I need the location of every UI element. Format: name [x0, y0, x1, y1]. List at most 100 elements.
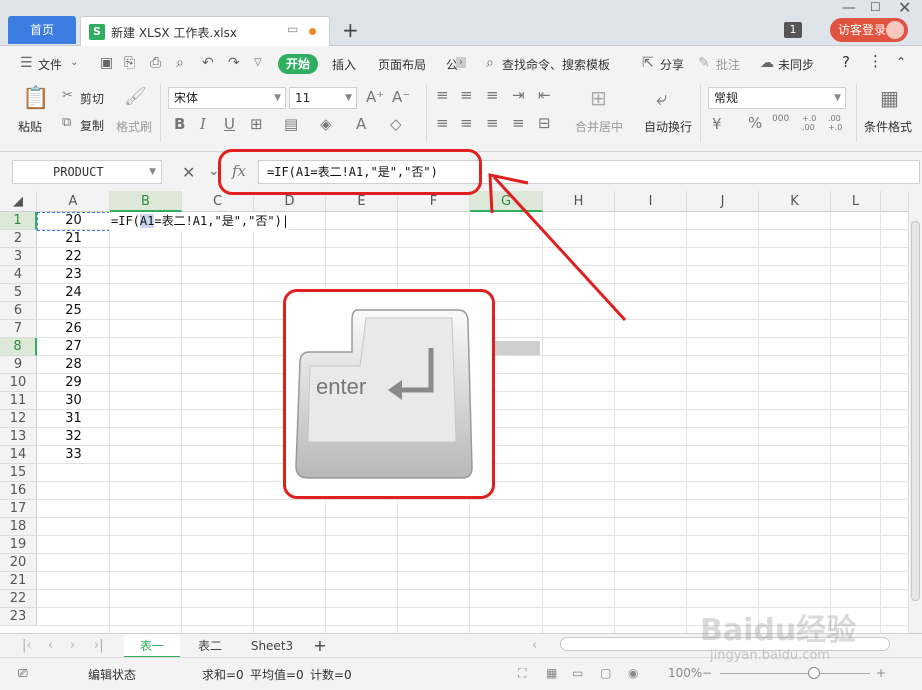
- column-header-k[interactable]: K: [759, 191, 831, 212]
- align-middle-icon[interactable]: ≡: [460, 86, 473, 104]
- search-icon[interactable]: ⌕: [486, 55, 494, 71]
- format-painter-button[interactable]: 格式刷: [116, 118, 152, 135]
- indent-icon[interactable]: ⇥: [512, 86, 525, 104]
- copy-icon[interactable]: ⧉: [62, 115, 71, 130]
- percent-button[interactable]: %: [748, 114, 762, 132]
- redo-icon[interactable]: ↷: [228, 55, 240, 71]
- select-all-corner[interactable]: ◢: [0, 191, 37, 212]
- row-header-1[interactable]: 1: [0, 212, 37, 230]
- thousands-button[interactable]: 000: [772, 114, 789, 124]
- cell-a2[interactable]: 21: [37, 230, 110, 248]
- close-icon[interactable]: ✕: [898, 0, 911, 17]
- login-button[interactable]: 访客登录: [830, 18, 908, 42]
- row-header-20[interactable]: 20: [0, 554, 37, 572]
- menu-insert[interactable]: 插入: [332, 56, 356, 73]
- cell-a14[interactable]: 33: [37, 446, 110, 464]
- fill-color-icon[interactable]: ◈: [320, 115, 332, 133]
- decrease-decimal-button[interactable]: .00 +.0: [828, 114, 842, 132]
- maximize-icon[interactable]: ☐: [870, 0, 881, 14]
- row-header-11[interactable]: 11: [0, 392, 37, 410]
- vertical-scrollbar[interactable]: [908, 191, 922, 633]
- align-right-icon[interactable]: ≡: [486, 114, 499, 132]
- paste-button[interactable]: 粘贴: [18, 118, 42, 135]
- increase-decimal-button[interactable]: +.0 .00: [802, 114, 816, 132]
- next-sheet-icon[interactable]: ›: [70, 638, 75, 653]
- comment-button[interactable]: 批注: [716, 56, 740, 73]
- outdent-icon[interactable]: ⇤: [538, 86, 551, 104]
- help-icon[interactable]: ?: [842, 53, 850, 71]
- export-icon[interactable]: ⎘: [124, 55, 135, 71]
- quick-access-dropdown-icon[interactable]: ▽: [254, 57, 262, 68]
- wrap-text-icon[interactable]: ⤶: [656, 86, 667, 110]
- zoom-in-icon[interactable]: +: [876, 666, 886, 680]
- scroll-left-icon[interactable]: ‹: [532, 638, 537, 653]
- menu-file[interactable]: 文件: [38, 56, 62, 73]
- copy-button[interactable]: 复制: [80, 117, 104, 134]
- active-cell-editor[interactable]: =IF(A1=表二!A1,"是","否")|: [109, 212, 290, 231]
- row-header-16[interactable]: 16: [0, 482, 37, 500]
- row-header-10[interactable]: 10: [0, 374, 37, 392]
- number-format-select[interactable]: 常规 ▼: [708, 87, 846, 109]
- align-left-icon[interactable]: ≡: [436, 114, 449, 132]
- undo-icon[interactable]: ↶: [202, 55, 214, 71]
- sheet-tab-3[interactable]: Sheet3: [240, 634, 304, 658]
- row-header-13[interactable]: 13: [0, 428, 37, 446]
- ribbon-scroll-icon[interactable]: ›: [456, 57, 466, 68]
- zoom-slider-thumb[interactable]: [808, 667, 820, 679]
- row-header-12[interactable]: 12: [0, 410, 37, 428]
- cell-a13[interactable]: 32: [37, 428, 110, 446]
- cell-a6[interactable]: 25: [37, 302, 110, 320]
- row-header-4[interactable]: 4: [0, 266, 37, 284]
- increase-font-icon[interactable]: A⁺: [366, 88, 384, 106]
- print-icon[interactable]: ⎙: [150, 55, 161, 71]
- clear-icon[interactable]: ◇: [390, 115, 402, 133]
- cell-a8[interactable]: 27: [37, 338, 110, 356]
- decrease-font-icon[interactable]: A⁻: [392, 88, 410, 106]
- font-name-select[interactable]: 宋体 ▼: [168, 87, 286, 109]
- borders-icon[interactable]: ⊞: [250, 115, 263, 133]
- search-commands[interactable]: 查找命令、搜索模板: [502, 56, 610, 73]
- new-tab-button[interactable]: +: [342, 18, 359, 42]
- row-header-14[interactable]: 14: [0, 446, 37, 464]
- row-header-9[interactable]: 9: [0, 356, 37, 374]
- paste-icon[interactable]: 📋: [22, 86, 49, 111]
- column-header-b[interactable]: B: [110, 191, 182, 212]
- justify-icon[interactable]: ≡: [512, 114, 525, 132]
- normal-view-icon[interactable]: ▦: [546, 666, 557, 680]
- hamburger-icon[interactable]: ☰: [20, 55, 33, 71]
- font-size-select[interactable]: 11 ▼: [289, 87, 357, 109]
- menu-page-layout[interactable]: 页面布局: [378, 56, 426, 73]
- cell-a9[interactable]: 28: [37, 356, 110, 374]
- currency-icon[interactable]: ¥: [712, 115, 722, 133]
- row-header-8[interactable]: 8: [0, 338, 37, 356]
- page-layout-icon[interactable]: ▢: [600, 666, 611, 680]
- align-bottom-icon[interactable]: ≡: [486, 86, 499, 104]
- cell-a4[interactable]: 23: [37, 266, 110, 284]
- add-sheet-button[interactable]: +: [310, 634, 330, 658]
- merge-center-icon[interactable]: ⊞: [590, 86, 607, 110]
- name-box[interactable]: PRODUCT ▼: [12, 160, 162, 184]
- last-sheet-icon[interactable]: ›|: [94, 638, 104, 653]
- sync-status[interactable]: 未同步: [778, 56, 814, 73]
- tab-document[interactable]: S 新建 XLSX 工作表.xlsx ▭: [80, 16, 330, 46]
- share-icon[interactable]: ⇱: [642, 55, 654, 71]
- row-header-23[interactable]: 23: [0, 608, 37, 626]
- column-header-j[interactable]: J: [687, 191, 759, 212]
- wrap-text-button[interactable]: 自动换行: [644, 118, 692, 135]
- cell-a10[interactable]: 29: [37, 374, 110, 392]
- align-top-icon[interactable]: ≡: [436, 86, 449, 104]
- row-header-5[interactable]: 5: [0, 284, 37, 302]
- page-break-icon[interactable]: ▭: [572, 666, 583, 680]
- align-center-icon[interactable]: ≡: [460, 114, 473, 132]
- row-header-22[interactable]: 22: [0, 590, 37, 608]
- sheet-tab-2[interactable]: 表二: [182, 634, 238, 658]
- column-header-a[interactable]: A: [37, 191, 110, 212]
- macro-icon[interactable]: ⎚: [18, 666, 28, 681]
- minimize-icon[interactable]: —: [842, 0, 856, 16]
- row-header-7[interactable]: 7: [0, 320, 37, 338]
- chevron-down-icon[interactable]: ⌄: [70, 57, 78, 68]
- italic-icon[interactable]: I: [200, 115, 206, 133]
- more-icon[interactable]: ⋮: [868, 52, 883, 70]
- window-count-badge[interactable]: 1: [784, 22, 802, 38]
- zoom-out-icon[interactable]: −: [702, 666, 712, 680]
